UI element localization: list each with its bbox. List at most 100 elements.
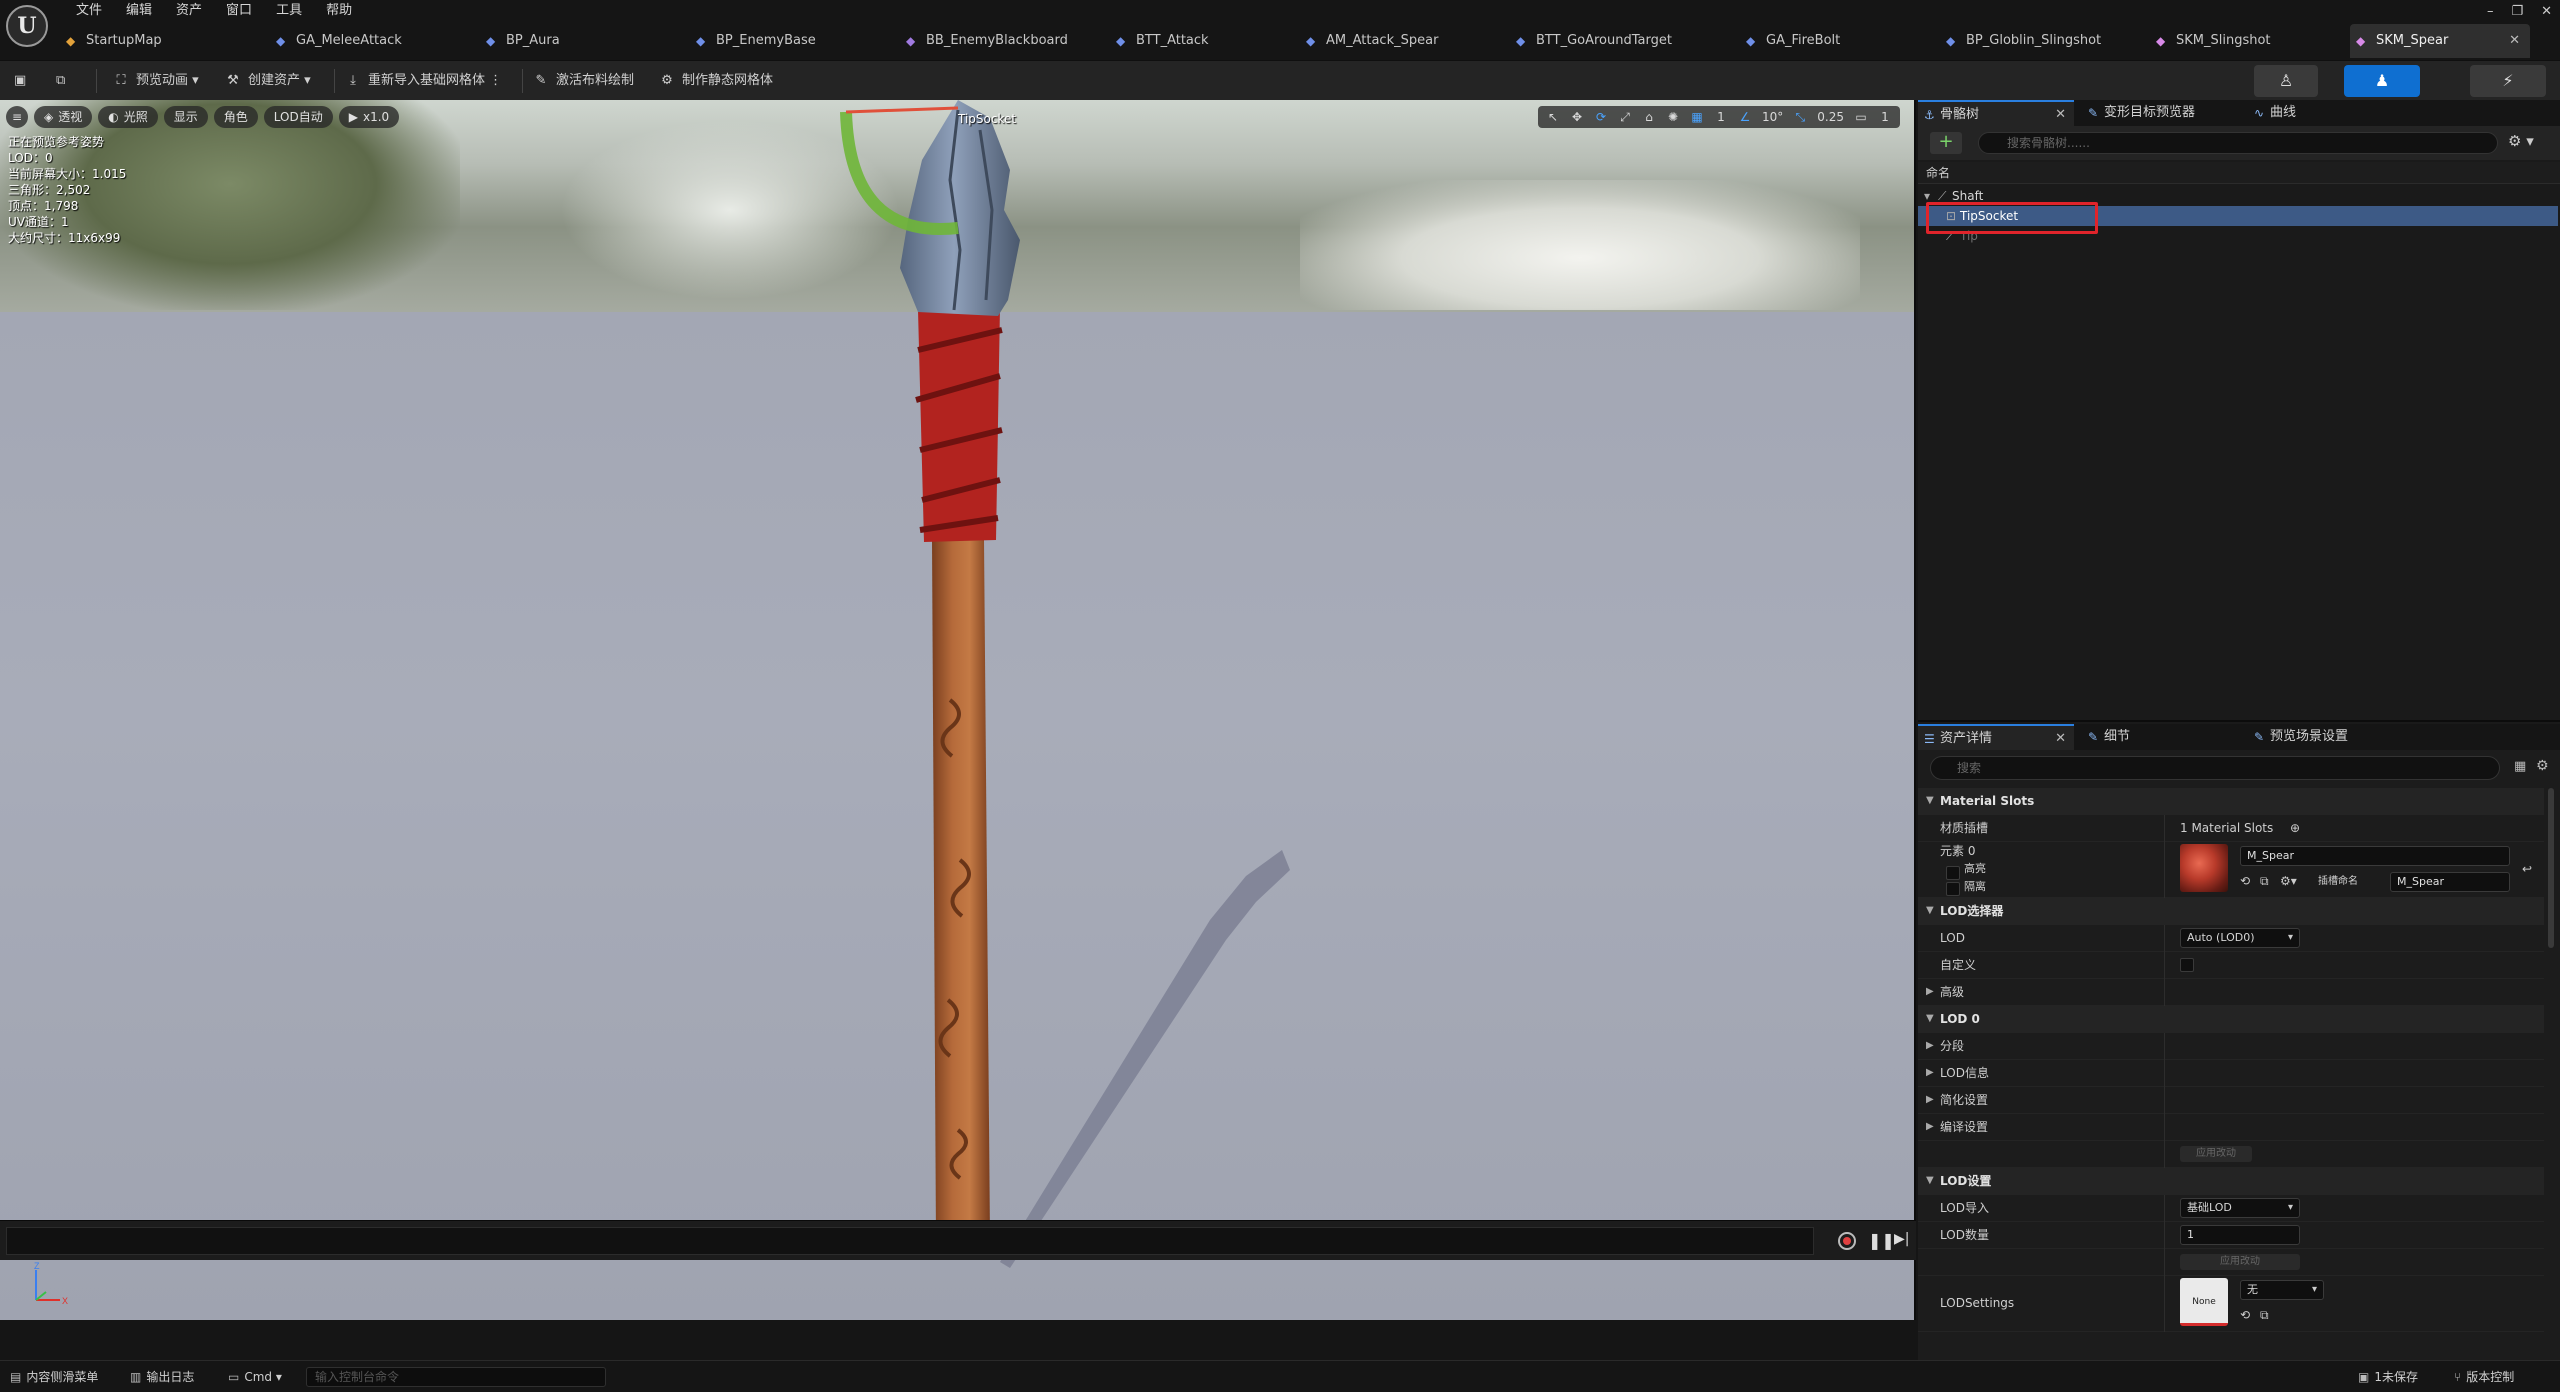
property-sections[interactable]: ▶ 分段 bbox=[1918, 1033, 2544, 1060]
property-advanced[interactable]: ▶ 高级 bbox=[1918, 979, 2544, 1006]
make-static-mesh-button[interactable]: ⚙ 制作静态网格体 bbox=[658, 69, 773, 93]
tab-bp-aura[interactable]: ◆ BP_Aura bbox=[480, 24, 630, 58]
layer-count[interactable]: 1 bbox=[1710, 106, 1732, 128]
menu-file[interactable]: 文件 bbox=[64, 0, 114, 22]
local-space-icon[interactable]: ⌂ bbox=[1638, 106, 1660, 128]
viewport-menu-icon[interactable]: ≡ bbox=[6, 106, 28, 128]
tab-preview-scene-settings[interactable]: ✎ 预览场景设置 bbox=[2248, 724, 2348, 750]
highlight-checkbox[interactable] bbox=[1946, 866, 1960, 880]
property-lod-info[interactable]: ▶ LOD信息 bbox=[1918, 1060, 2544, 1087]
tab-startupmap[interactable]: ◆ StartupMap bbox=[60, 24, 210, 58]
reimport-base-mesh-button[interactable]: ⤓ 重新导入基础网格体 ⋮ bbox=[344, 69, 502, 93]
console-command-input[interactable]: 输入控制台命令 bbox=[306, 1367, 606, 1387]
category-lod-settings[interactable]: ▼ LOD设置 bbox=[1918, 1168, 2544, 1195]
output-log-button[interactable]: ▥ 输出日志 bbox=[130, 1367, 194, 1387]
preview-animation-button[interactable]: ⛶ 预览动画 ▾ bbox=[112, 69, 198, 93]
expand-arrow-icon[interactable]: ▶ bbox=[1926, 1033, 1934, 1059]
settings-gear-icon[interactable]: ⚙ bbox=[2536, 758, 2549, 774]
material-thumbnail[interactable] bbox=[2180, 844, 2228, 892]
restore-icon[interactable]: ❐ bbox=[2511, 4, 2523, 19]
record-icon[interactable] bbox=[1838, 1232, 1856, 1250]
mesh-mode-button[interactable]: ♟ bbox=[2344, 65, 2420, 97]
apply-changes-button[interactable]: 应用改动 bbox=[2180, 1146, 2252, 1162]
close-icon[interactable]: ✕ bbox=[2055, 726, 2066, 752]
lod-dropdown[interactable]: Auto (LOD0) ▾ bbox=[2180, 928, 2300, 948]
preview-viewport[interactable]: ≡ ◈ 透视 ◐ 光照 显示 角色 LOD自动 ▶ x1.0 ↖ ✥ ⟳ ⤢ ⌂ ✺ … bbox=[0, 100, 1916, 1320]
cmd-dropdown[interactable]: ▭ Cmd ▾ bbox=[228, 1367, 282, 1387]
skeleton-search-input[interactable]: 搜索骨骼树...... bbox=[1978, 132, 2498, 154]
tab-asset-details[interactable]: ☰ 资产详情 ✕ bbox=[1918, 724, 2074, 750]
tab-morph-target-preview[interactable]: ✎ 变形目标预览器 bbox=[2082, 100, 2195, 126]
category-lod0[interactable]: ▼ LOD 0 bbox=[1918, 1006, 2544, 1033]
apply-changes-button[interactable]: 应用改动 bbox=[2180, 1254, 2300, 1270]
source-control-button[interactable]: ⑂ 版本控制 bbox=[2454, 1367, 2514, 1387]
collapse-arrow-icon[interactable]: ▼ bbox=[1926, 1006, 1934, 1032]
angle-snap-value[interactable]: 10° bbox=[1758, 106, 1787, 128]
expand-arrow-icon[interactable]: ▶ bbox=[1926, 1114, 1934, 1140]
lod-import-dropdown[interactable]: 基础LOD ▾ bbox=[2180, 1198, 2300, 1218]
scale-snap-value[interactable]: 0.25 bbox=[1813, 106, 1848, 128]
category-material-slots[interactable]: ▼ Material Slots bbox=[1918, 788, 2544, 815]
expand-arrow-icon[interactable]: ▶ bbox=[1926, 1087, 1934, 1113]
tab-skm-spear[interactable]: ◆ SKM_Spear ✕ bbox=[2350, 24, 2530, 58]
tab-skm-slingshot[interactable]: ◆ SKM_Slingshot bbox=[2150, 24, 2300, 58]
tab-am-attack-spear[interactable]: ◆ AM_Attack_Spear bbox=[1300, 24, 1480, 58]
close-icon[interactable]: ✕ bbox=[2055, 102, 2066, 128]
grid-snap-icon[interactable]: ▦ bbox=[1686, 106, 1708, 128]
tab-details[interactable]: ✎ 细节 bbox=[2082, 724, 2130, 750]
create-asset-button[interactable]: ⚒ 创建资产 ▾ bbox=[224, 69, 311, 93]
menu-help[interactable]: 帮助 bbox=[314, 0, 364, 22]
close-tab-icon[interactable]: ✕ bbox=[2509, 24, 2520, 58]
tab-btt-attack[interactable]: ◆ BTT_Attack bbox=[1110, 24, 1250, 58]
scale-icon[interactable]: ⤢ bbox=[1614, 106, 1636, 128]
lod-settings-dropdown[interactable]: 无 ▾ bbox=[2240, 1280, 2324, 1300]
scale-snap-icon[interactable]: ⤡ bbox=[1789, 106, 1811, 128]
material-picker[interactable]: M_Spear bbox=[2240, 846, 2510, 866]
collapse-arrow-icon[interactable]: ▼ bbox=[1926, 1168, 1934, 1194]
category-lod-picker[interactable]: ▼ LOD选择器 bbox=[1918, 898, 2544, 925]
camera-speed-icon[interactable]: ▭ bbox=[1850, 106, 1872, 128]
timeline-track[interactable] bbox=[6, 1227, 1814, 1255]
surface-snap-icon[interactable]: ✺ bbox=[1662, 106, 1684, 128]
add-socket-button[interactable]: + bbox=[1930, 132, 1962, 154]
use-selected-icon[interactable]: ⟲ bbox=[2240, 1302, 2250, 1328]
collapse-arrow-icon[interactable]: ▼ bbox=[1926, 898, 1934, 924]
select-icon[interactable]: ↖ bbox=[1542, 106, 1564, 128]
tab-ga-firebolt[interactable]: ◆ GA_FireBolt bbox=[1740, 24, 1880, 58]
tab-ga-meleeattack[interactable]: ◆ GA_MeleeAttack bbox=[270, 24, 450, 58]
translate-icon[interactable]: ✥ bbox=[1566, 106, 1588, 128]
details-scrollbar[interactable] bbox=[2548, 788, 2554, 948]
angle-snap-icon[interactable]: ∠ bbox=[1734, 106, 1756, 128]
expand-arrow-icon[interactable]: ▶ bbox=[1926, 979, 1934, 1005]
use-selected-icon[interactable]: ⟲ bbox=[2240, 868, 2250, 894]
show-button[interactable]: 显示 bbox=[163, 106, 208, 128]
playback-speed-button[interactable]: ▶ x1.0 bbox=[338, 106, 400, 128]
perspective-button[interactable]: ◈ 透视 bbox=[34, 106, 93, 128]
activate-cloth-paint-button[interactable]: ✎ 激活布料绘制 bbox=[532, 69, 634, 93]
unsaved-button[interactable]: ▣ 1未保存 bbox=[2358, 1367, 2418, 1387]
lod-auto-button[interactable]: LOD自动 bbox=[263, 106, 333, 128]
menu-tools[interactable]: 工具 bbox=[264, 0, 314, 22]
browse-asset-icon[interactable]: ⧉ bbox=[56, 69, 65, 93]
property-build-settings[interactable]: ▶ 编译设置 bbox=[1918, 1114, 2544, 1141]
tab-btt-goaroundtarget[interactable]: ◆ BTT_GoAroundTarget bbox=[1510, 24, 1720, 58]
lod-count-input[interactable]: 1 bbox=[2180, 1225, 2300, 1245]
tab-curves[interactable]: ∿ 曲线 bbox=[2248, 100, 2296, 126]
lod-settings-thumbnail[interactable]: None bbox=[2180, 1278, 2228, 1326]
physics-mode-button[interactable]: ⚡ bbox=[2470, 65, 2546, 97]
slot-name-input[interactable]: M_Spear bbox=[2390, 872, 2510, 892]
settings-gear-icon[interactable]: ⚙ ▾ bbox=[2508, 132, 2534, 150]
tab-bp-globlin-slingshot[interactable]: ◆ BP_Globlin_Slingshot bbox=[1940, 24, 2140, 58]
pause-icon[interactable]: ❚❚ bbox=[1868, 1231, 1895, 1250]
close-window-icon[interactable]: ✕ bbox=[2541, 4, 2552, 19]
tab-bp-enemybase[interactable]: ◆ BP_EnemyBase bbox=[690, 24, 860, 58]
lit-button[interactable]: ◐ 光照 bbox=[98, 106, 158, 128]
content-drawer-button[interactable]: ▤ 内容侧滑菜单 bbox=[10, 1367, 98, 1387]
save-icon[interactable]: ▣ bbox=[14, 69, 26, 93]
menu-edit[interactable]: 编辑 bbox=[114, 0, 164, 22]
reset-arrow-icon[interactable]: ↩ bbox=[2522, 856, 2532, 882]
camera-speed-value[interactable]: 1 bbox=[1874, 106, 1896, 128]
custom-checkbox[interactable] bbox=[2180, 958, 2194, 972]
menu-window[interactable]: 窗口 bbox=[214, 0, 264, 22]
material-options-icon[interactable]: ⚙▾ bbox=[2280, 868, 2297, 894]
